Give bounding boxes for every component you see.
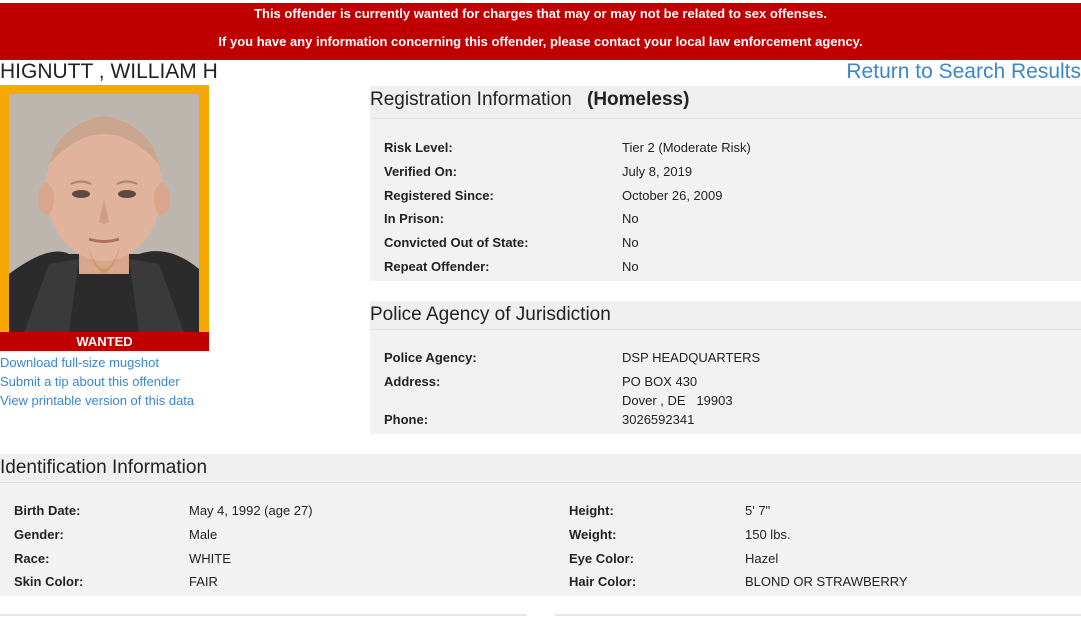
printable-version-link[interactable]: View printable version of this data	[0, 391, 194, 410]
police-section-header: Police Agency of Jurisdiction	[370, 301, 1081, 330]
phone-value: 3026592341	[622, 412, 695, 427]
birth-date-value: May 4, 1992 (age 27)	[189, 503, 313, 518]
repeat-offender-label: Repeat Offender:	[384, 259, 490, 274]
identification-section-header: Identification Information	[0, 454, 1081, 483]
risk-level-label: Risk Level:	[384, 140, 453, 155]
in-prison-label: In Prison:	[384, 211, 444, 226]
mugshot-image[interactable]	[9, 94, 199, 332]
registered-since-value: October 26, 2009	[622, 188, 723, 203]
hair-color-value: BLOND OR STRAWBERRY	[745, 574, 908, 589]
verified-on-label: Verified On:	[384, 164, 457, 179]
weight-value: 150 lbs.	[745, 527, 791, 542]
bottom-divider-left	[0, 614, 527, 616]
identification-title: Identification Information	[0, 457, 208, 478]
download-mugshot-link[interactable]: Download full-size mugshot	[0, 353, 194, 372]
identification-section-body: Birth Date: May 4, 1992 (age 27) Gender:…	[0, 483, 1081, 596]
repeat-offender-value: No	[622, 259, 639, 274]
offender-name: HIGNUTT , WILLIAM H	[0, 60, 218, 83]
hair-color-label: Hair Color:	[569, 574, 637, 589]
address-label: Address:	[384, 374, 441, 389]
banner-line-1: This offender is currently wanted for ch…	[254, 6, 827, 21]
address-line-2: Dover , DE 19903	[622, 393, 733, 408]
skin-color-label: Skin Color:	[14, 574, 84, 589]
wanted-badge: WANTED	[0, 332, 209, 351]
address-line-1: PO BOX 430	[622, 374, 698, 389]
registered-since-label: Registered Since:	[384, 188, 494, 203]
police-title: Police Agency of Jurisdiction	[370, 304, 611, 325]
return-to-search-link[interactable]: Return to Search Results	[846, 60, 1081, 84]
eye-color-label: Eye Color:	[569, 551, 635, 566]
weight-label: Weight:	[569, 527, 617, 542]
gender-label: Gender:	[14, 527, 64, 542]
mugshot-frame	[0, 85, 209, 351]
race-label: Race:	[14, 551, 50, 566]
registration-section-header: Registration Information (Homeless)	[370, 86, 1081, 119]
height-value: 5' 7"	[745, 503, 771, 518]
convicted-out-of-state-value: No	[622, 235, 639, 250]
registration-status: (Homeless)	[587, 89, 690, 110]
convicted-out-of-state-label: Convicted Out of State:	[384, 235, 529, 250]
wanted-alert-banner: This offender is currently wanted for ch…	[0, 3, 1081, 60]
in-prison-value: No	[622, 211, 639, 226]
registration-section-body: Risk Level: Tier 2 (Moderate Risk) Verif…	[370, 119, 1081, 281]
police-agency-value: DSP HEADQUARTERS	[622, 350, 761, 365]
registration-title: Registration Information	[370, 89, 572, 110]
height-label: Height:	[569, 503, 614, 518]
risk-level-value: Tier 2 (Moderate Risk)	[622, 140, 751, 155]
submit-tip-link[interactable]: Submit a tip about this offender	[0, 372, 194, 391]
police-agency-label: Police Agency:	[384, 350, 477, 365]
eye-color-value: Hazel	[745, 551, 779, 566]
bottom-divider-right	[555, 614, 1081, 616]
verified-on-value: July 8, 2019	[622, 164, 693, 179]
birth-date-label: Birth Date:	[14, 503, 81, 518]
phone-label: Phone:	[384, 412, 429, 427]
skin-color-value: FAIR	[189, 574, 218, 589]
race-value: WHITE	[189, 551, 231, 566]
offender-action-links: Download full-size mugshot Submit a tip …	[0, 353, 194, 410]
banner-line-2: If you have any information concerning t…	[218, 34, 863, 49]
gender-value: Male	[189, 527, 218, 542]
police-section-body: Police Agency: DSP HEADQUARTERS Address:…	[370, 330, 1081, 434]
